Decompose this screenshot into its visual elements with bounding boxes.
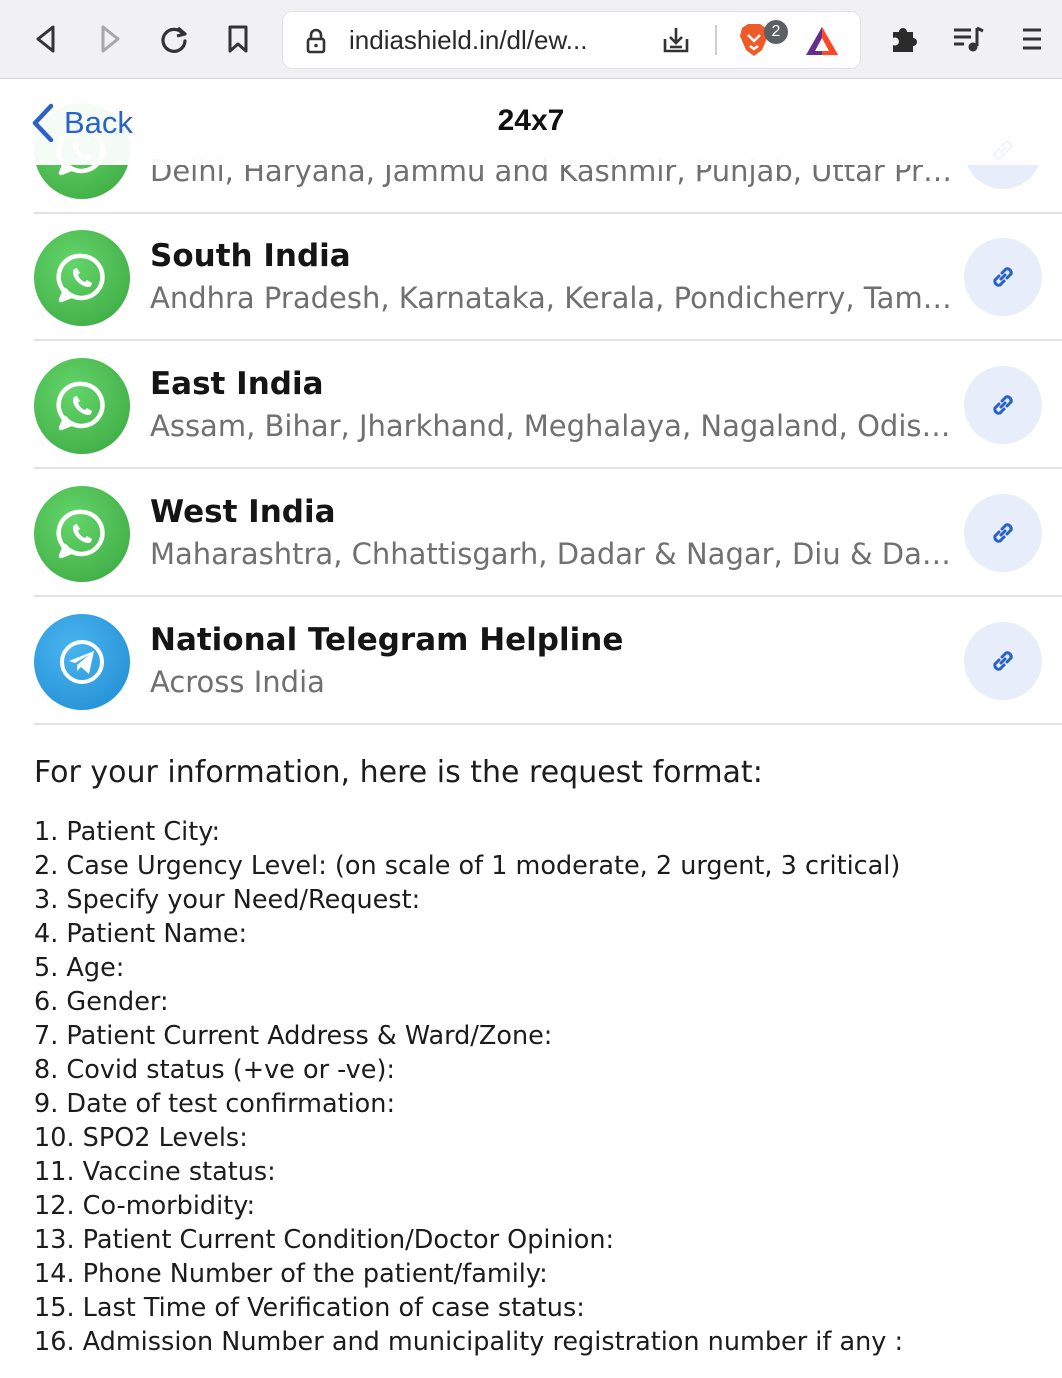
menu-button[interactable]: [1012, 19, 1052, 59]
browser-toolbar: indiashield.in/dl/ew... 2: [0, 0, 1062, 79]
request-format-list: 1. Patient City: 2. Case Urgency Level: …: [34, 815, 1034, 1359]
hamburger-menu-icon: [1023, 28, 1041, 50]
list-item: 12. Co-morbidity:: [34, 1191, 256, 1221]
request-format-intro: For your information, here is the reques…: [34, 755, 763, 790]
bookmark-button[interactable]: [218, 19, 258, 59]
row-subtitle: Maharashtra, Chhattisgarh, Dadar & Nagar…: [150, 537, 956, 571]
list-item[interactable]: West India Maharashtra, Chhattisgarh, Da…: [34, 468, 1062, 597]
download-page-icon[interactable]: [661, 25, 691, 55]
list-item: 3. Specify your Need/Request:: [34, 885, 421, 915]
lock-icon: [306, 28, 326, 54]
whatsapp-icon: [56, 509, 105, 559]
whatsapp-icon: [56, 253, 105, 303]
list-item: 8. Covid status (+ve or -ve):: [34, 1055, 395, 1085]
link-icon: [993, 395, 1013, 415]
list-item: 2. Case Urgency Level: (on scale of 1 mo…: [34, 851, 901, 881]
open-link-button[interactable]: [964, 366, 1042, 444]
row-title: West India: [150, 494, 336, 530]
address-separator: [715, 25, 717, 55]
list-item: 13. Patient Current Condition/Doctor Opi…: [34, 1225, 615, 1255]
telegram-avatar: [34, 614, 130, 710]
whatsapp-avatar: [34, 358, 130, 454]
media-playlist-button[interactable]: [948, 19, 988, 59]
bookmark-icon: [228, 25, 248, 53]
row-subtitle: Assam, Bihar, Jharkhand, Meghalaya, Naga…: [150, 409, 956, 443]
row-title: South India: [150, 238, 351, 274]
shields-count-badge: 2: [764, 20, 788, 44]
list-item: 14. Phone Number of the patient/family:: [34, 1259, 548, 1289]
row-subtitle: Andhra Pradesh, Karnataka, Kerala, Pondi…: [150, 281, 956, 315]
list-item: 1. Patient City:: [34, 817, 221, 847]
request-format-section: For your information, here is the reques…: [34, 753, 1034, 1359]
list-item: 4. Patient Name:: [34, 919, 248, 949]
link-icon: [993, 267, 1013, 287]
list-item: 15. Last Time of Verification of case st…: [34, 1293, 585, 1323]
link-icon: [993, 523, 1013, 543]
row-title: National Telegram Helpline: [150, 622, 624, 658]
whatsapp-avatar: [34, 230, 130, 326]
page-header: Back 24x7: [0, 79, 1062, 165]
list-item: 10. SPO2 Levels:: [34, 1123, 248, 1153]
open-link-button[interactable]: [964, 622, 1042, 700]
list-item: 6. Gender:: [34, 987, 169, 1017]
whatsapp-avatar: [34, 486, 130, 582]
row-title: East India: [150, 366, 324, 402]
forward-nav-button[interactable]: [90, 19, 130, 59]
back-nav-button[interactable]: [26, 19, 66, 59]
open-link-button[interactable]: [964, 494, 1042, 572]
whatsapp-icon: [56, 381, 105, 431]
puzzle-piece-icon: [893, 28, 917, 52]
list-item: 16. Admission Number and municipality re…: [34, 1327, 904, 1357]
rewards-triangle-icon[interactable]: [803, 24, 841, 58]
address-bar[interactable]: indiashield.in/dl/ew... 2: [283, 12, 860, 68]
link-icon: [993, 651, 1013, 671]
list-item[interactable]: South India Andhra Pradesh, Karnataka, K…: [34, 212, 1062, 341]
list-item: 11. Vaccine status:: [34, 1157, 276, 1187]
playlist-music-icon: [954, 26, 984, 52]
extensions-button[interactable]: [884, 19, 924, 59]
reload-icon: [161, 26, 187, 53]
telegram-icon: [60, 640, 104, 684]
reload-button[interactable]: [154, 19, 194, 59]
list-item[interactable]: East India Assam, Bihar, Jharkhand, Megh…: [34, 340, 1062, 469]
forward-arrow-icon: [101, 25, 120, 53]
open-link-button[interactable]: [964, 238, 1042, 316]
list-item: 9. Date of test confirmation:: [34, 1089, 396, 1119]
back-arrow-icon: [36, 25, 55, 53]
page-title: 24x7: [497, 104, 565, 137]
row-subtitle: Across India: [150, 665, 325, 699]
list-item: 5. Age:: [34, 953, 125, 983]
list-item[interactable]: National Telegram Helpline Across India: [34, 596, 1062, 725]
url-text[interactable]: indiashield.in/dl/ew...: [349, 25, 587, 56]
list-item: 7. Patient Current Address & Ward/Zone:: [34, 1021, 553, 1051]
